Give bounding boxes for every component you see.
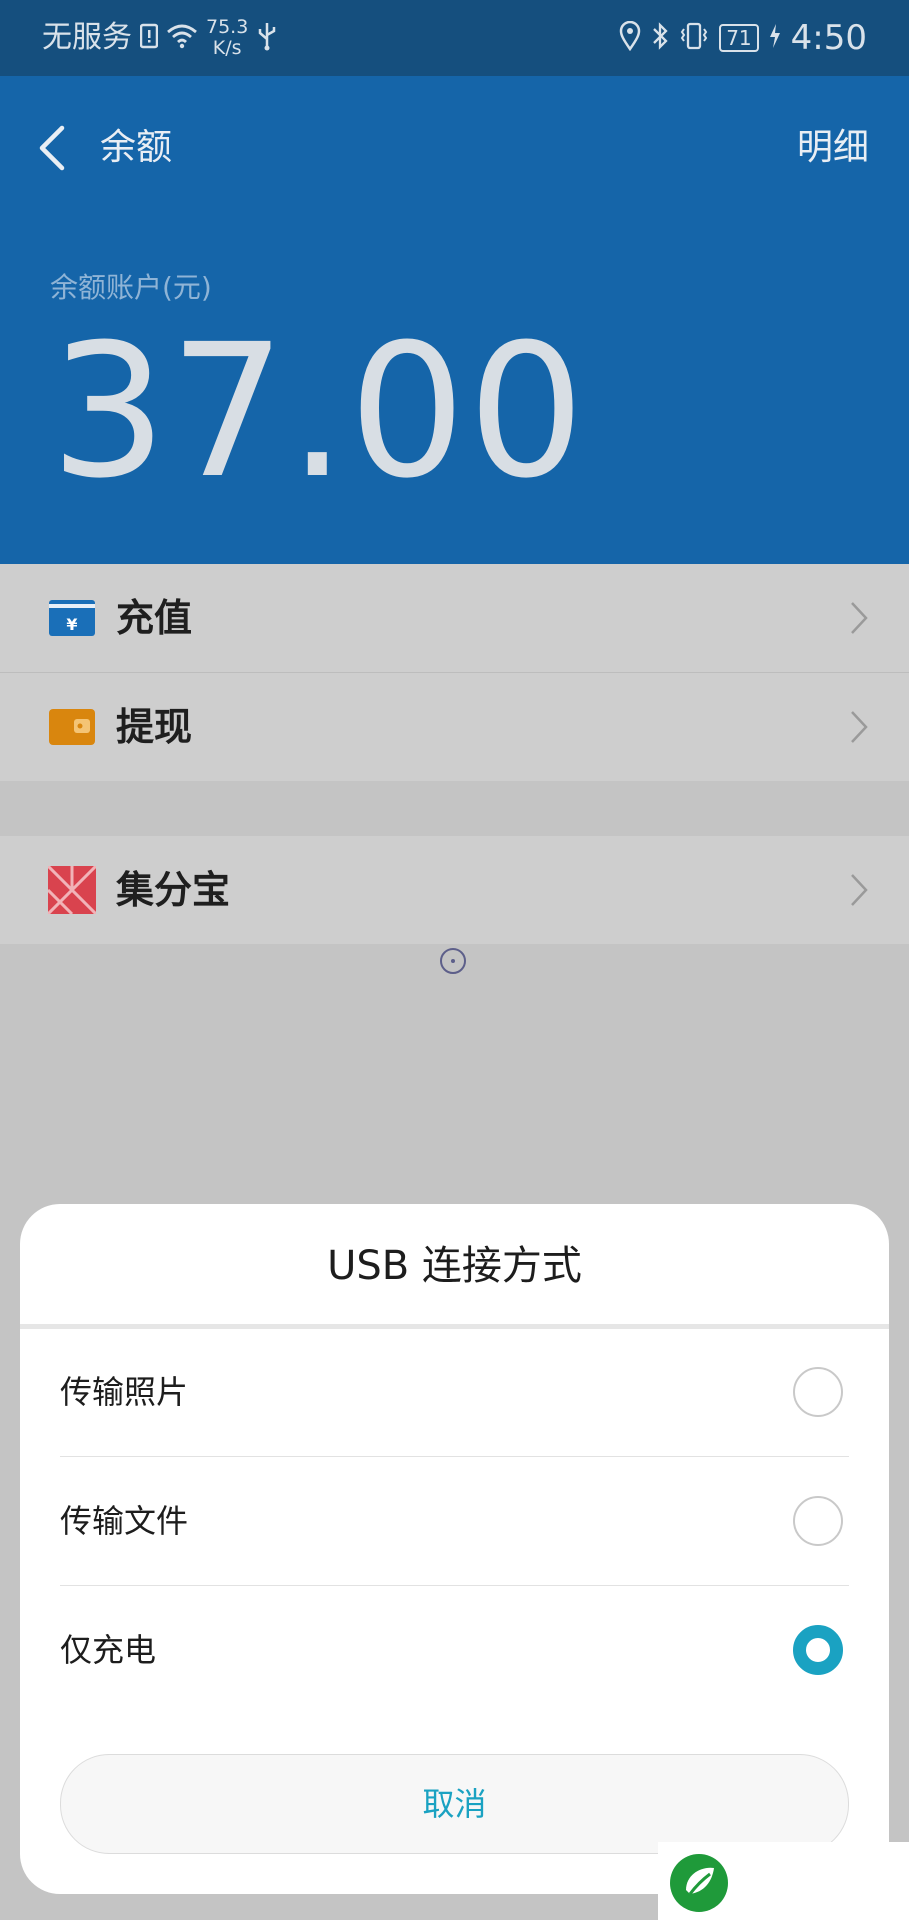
menu-item-label: 充值 [116, 596, 193, 640]
option-transfer-files[interactable]: 传输文件 [60, 1458, 849, 1586]
net-speed-unit: K/s [212, 37, 242, 59]
jifenbao-icon [46, 864, 98, 916]
status-left: 无服务 75.3 K/s [42, 16, 278, 60]
menu-group-funds: ¥ 充值 提现 [0, 564, 909, 781]
balance-label: 余额账户(元) [50, 271, 212, 304]
option-transfer-photos[interactable]: 传输照片 [60, 1329, 849, 1457]
option-label: 传输文件 [60, 1502, 189, 1540]
chevron-right-icon [849, 872, 869, 908]
dialog-title: USB 连接方式 [327, 1243, 582, 1289]
usb-icon [256, 21, 278, 55]
recharge-yuan-card-icon: ¥ [48, 594, 96, 642]
option-label: 仅充电 [60, 1631, 157, 1669]
menu-item-jifenbao[interactable]: 集分宝 [0, 836, 909, 944]
watermark-area [658, 1842, 909, 1920]
net-speed-value: 75.3 [206, 16, 249, 38]
menu-item-recharge[interactable]: ¥ 充值 [0, 564, 909, 673]
option-label: 传输照片 [60, 1373, 189, 1411]
clock-time: 4:50 [790, 18, 867, 58]
balance-amount: 37.00 [50, 305, 587, 519]
status-right: 71 4:50 [619, 16, 867, 60]
status-bar: 无服务 75.3 K/s 71 4:50 [0, 0, 909, 76]
detail-link[interactable]: 明细 [797, 122, 869, 174]
chevron-left-icon[interactable] [32, 120, 72, 176]
leaf-logo-icon [668, 1852, 730, 1914]
carrier-text: 无服务 [42, 20, 132, 55]
touch-indicator [440, 948, 466, 974]
option-divider [60, 1585, 849, 1586]
net-speed: 75.3 K/s [206, 17, 248, 59]
menu-item-label: 集分宝 [116, 868, 231, 912]
svg-text:¥: ¥ [66, 615, 77, 634]
charging-icon [769, 23, 781, 53]
cancel-button[interactable]: 取消 [60, 1754, 849, 1854]
vibrate-icon [679, 21, 709, 55]
battery-level: 71 [719, 24, 759, 52]
menu-item-withdraw[interactable]: 提现 [0, 673, 909, 781]
usb-connection-dialog: USB 连接方式 传输照片 传输文件 仅充电 取消 [20, 1204, 889, 1894]
option-charge-only[interactable]: 仅充电 [60, 1587, 849, 1715]
menu-item-label: 提现 [116, 705, 193, 749]
location-icon [619, 20, 641, 55]
radio-button-selected[interactable] [793, 1625, 843, 1675]
radio-button[interactable] [793, 1496, 843, 1546]
menu-group-points: 集分宝 [0, 836, 909, 944]
chevron-right-icon [849, 600, 869, 636]
option-divider [60, 1456, 849, 1457]
chevron-right-icon [849, 709, 869, 745]
radio-button[interactable] [793, 1367, 843, 1417]
wallet-withdraw-icon [48, 703, 96, 751]
balance-header: 余额 明细 余额账户(元) 37.00 [0, 76, 909, 564]
bluetooth-icon [651, 21, 669, 55]
sim-alert-icon [139, 22, 159, 54]
wifi-icon [166, 22, 198, 54]
page-title: 余额 [100, 127, 173, 168]
